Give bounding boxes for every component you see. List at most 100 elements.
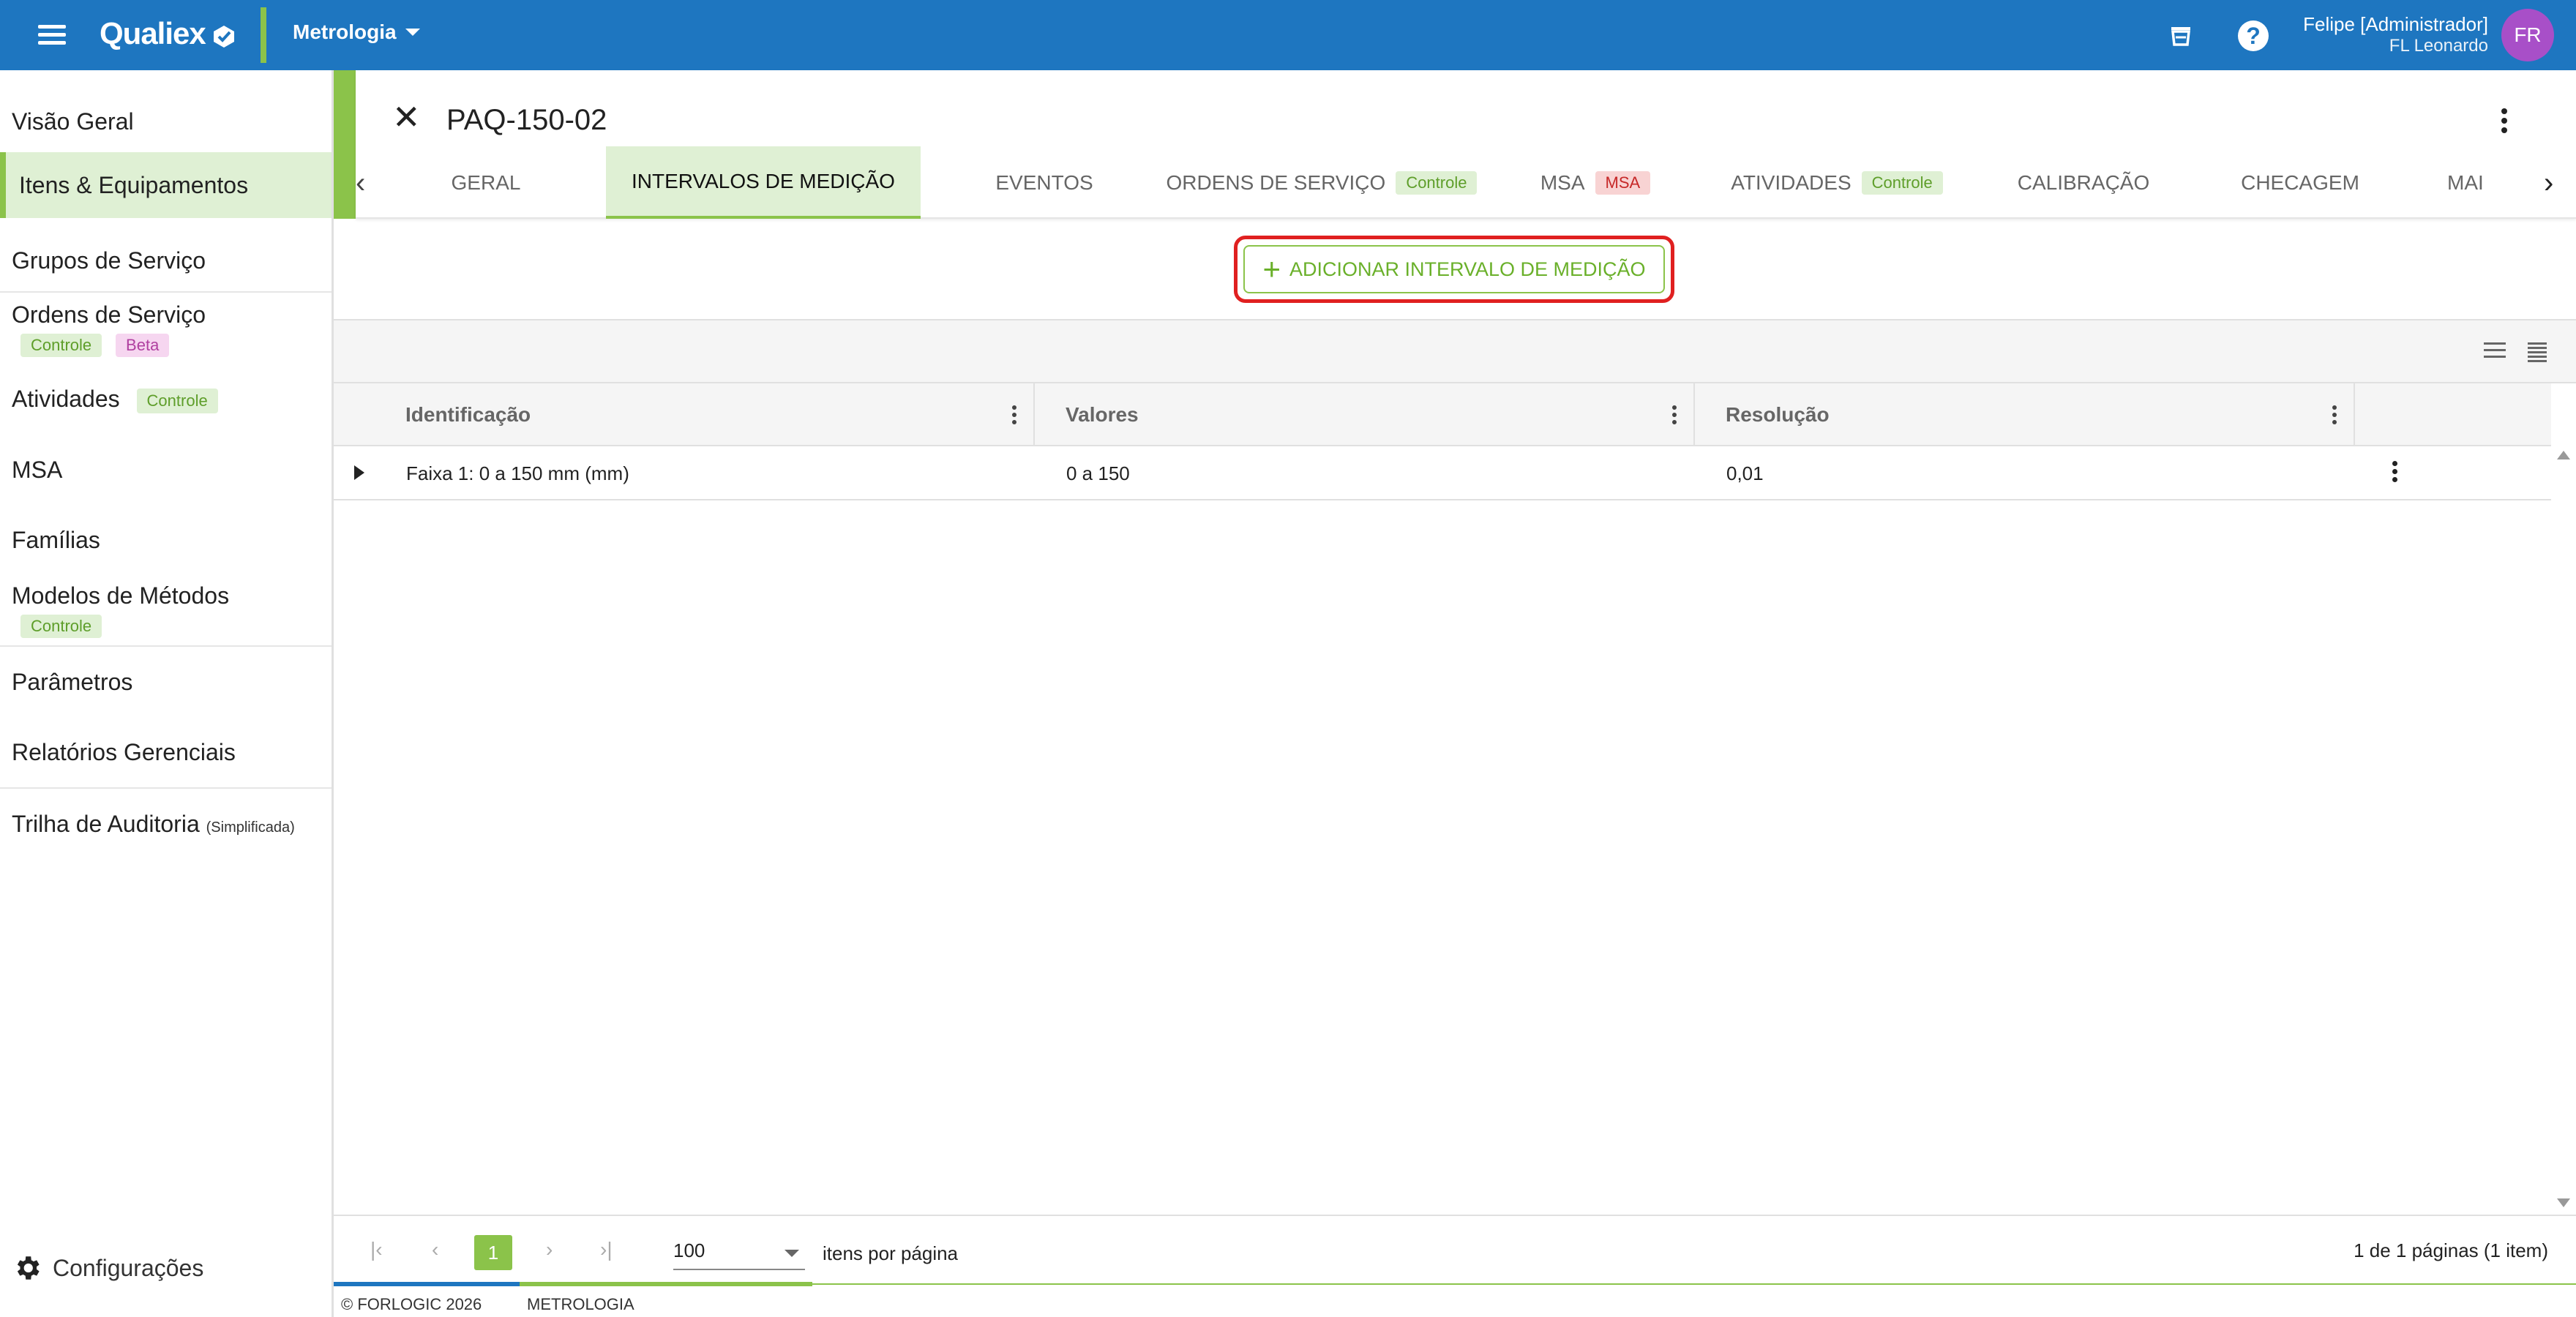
- page-size-select[interactable]: 100: [673, 1232, 805, 1270]
- pagination: |‹ ‹ 1 › ›| 100 itens por página 1 de 1 …: [334, 1215, 2576, 1283]
- help-icon[interactable]: ?: [2235, 18, 2272, 54]
- topbar-divider: [261, 7, 266, 63]
- tab-checagem[interactable]: CHECAGEM: [2209, 146, 2392, 219]
- logo-mark-icon: [211, 21, 236, 48]
- user-organization: FL Leonardo: [2389, 36, 2488, 56]
- sidebar-item-visao-geral[interactable]: Visão Geral: [0, 100, 332, 143]
- tab-ordens-de-servico[interactable]: ORDENS DE SERVIÇO Controle: [1166, 146, 1478, 219]
- settings-label: Configurações: [53, 1254, 204, 1281]
- sidebar-item-atividades[interactable]: Atividades Controle: [0, 375, 332, 423]
- user-name: Felipe [Administrador]: [2303, 13, 2488, 35]
- column-header-valores[interactable]: Valores: [1035, 383, 1695, 446]
- column-header-label: Identificação: [405, 403, 531, 426]
- add-interval-highlight: + ADICIONAR INTERVALO DE MEDIÇÃO: [1234, 236, 1674, 303]
- app-logo[interactable]: Qualiex: [100, 16, 236, 51]
- last-page-icon[interactable]: ›|: [600, 1238, 613, 1261]
- tabs-scroll-left-icon[interactable]: ‹: [356, 167, 365, 200]
- sidebar-item-label: MSA: [12, 457, 63, 483]
- sidebar-item-label: Grupos de Serviço: [12, 247, 206, 274]
- beta-badge: Beta: [116, 334, 170, 357]
- table-header: Identificação Valores Resolução: [334, 383, 2551, 446]
- sidebar-item-ordens-de-servico[interactable]: Ordens de Serviço Controle Beta: [0, 299, 332, 372]
- add-measurement-interval-button[interactable]: + ADICIONAR INTERVALO DE MEDIÇÃO: [1243, 245, 1665, 293]
- top-app-bar: Qualiex Metrologia ? Felipe [Administrad…: [0, 0, 2576, 70]
- detail-accent-strip: [334, 70, 356, 219]
- record-title: PAQ-150-02: [446, 104, 607, 136]
- tab-geral[interactable]: GERAL: [400, 146, 572, 219]
- user-info[interactable]: Felipe [Administrador] FL Leonardo: [2303, 13, 2488, 57]
- sidebar-item-label: Famílias: [12, 527, 100, 553]
- sidebar-item-label: Visão Geral: [12, 108, 134, 135]
- tab-bar: ‹ GERAL INTERVALOS DE MEDIÇÃO EVENTOS OR…: [356, 146, 2576, 219]
- compact-density-icon[interactable]: [2528, 342, 2547, 362]
- controle-badge: Controle: [20, 334, 102, 357]
- tab-manutencao[interactable]: MAI: [2425, 146, 2515, 219]
- first-page-icon[interactable]: |‹: [370, 1238, 383, 1261]
- sidebar-item-label: Parâmetros: [12, 669, 133, 695]
- footer-accent-bar: [334, 1282, 520, 1286]
- grid-toolbar: [334, 320, 2576, 383]
- tabs-scroll-right-icon[interactable]: ›: [2544, 167, 2553, 200]
- row-actions-icon[interactable]: [2390, 461, 2399, 482]
- column-menu-icon[interactable]: [2330, 405, 2339, 424]
- tab-eventos[interactable]: EVENTOS: [954, 146, 1134, 219]
- scroll-up-arrow-icon[interactable]: [2557, 451, 2570, 459]
- sidebar-item-grupos-de-servico[interactable]: Grupos de Serviço: [0, 239, 332, 282]
- column-menu-icon[interactable]: [1010, 405, 1019, 424]
- sidebar-item-familias[interactable]: Famílias: [0, 518, 332, 562]
- tab-calibracao[interactable]: CALIBRAÇÃO: [1992, 146, 2175, 219]
- more-options-icon[interactable]: [2500, 108, 2509, 133]
- sidebar-item-label: Modelos de Métodos: [12, 582, 230, 609]
- controle-badge: Controle: [1861, 170, 1943, 195]
- sidebar-item-itens-equipamentos[interactable]: Itens & Equipamentos: [0, 152, 332, 218]
- tab-intervalos-de-medicao[interactable]: INTERVALOS DE MEDIÇÃO: [606, 146, 921, 219]
- current-page-button[interactable]: 1: [474, 1235, 512, 1270]
- controle-badge: Controle: [136, 388, 218, 413]
- cell-identificacao: Faixa 1: 0 a 150 mm (mm): [406, 462, 629, 484]
- caret-down-icon: [785, 1250, 799, 1257]
- coffee-cup-icon[interactable]: [2163, 18, 2200, 54]
- table-row[interactable]: Faixa 1: 0 a 150 mm (mm) 0 a 150 0,01: [334, 446, 2551, 500]
- sidebar-item-trilha-de-auditoria[interactable]: Trilha de Auditoria (Simplificada): [0, 802, 332, 846]
- tab-label: INTERVALOS DE MEDIÇÃO: [632, 169, 895, 192]
- previous-page-icon[interactable]: ‹: [432, 1238, 438, 1261]
- column-header-label: Valores: [1066, 403, 1139, 426]
- tab-label: ORDENS DE SERVIÇO: [1166, 170, 1386, 194]
- tab-label: EVENTOS: [995, 170, 1093, 194]
- scroll-down-arrow-icon[interactable]: [2557, 1198, 2570, 1207]
- pagination-info: 1 de 1 páginas (1 item): [2354, 1239, 2548, 1261]
- close-icon[interactable]: ✕: [392, 100, 421, 134]
- sidebar-item-modelos-de-metodos[interactable]: Modelos de Métodos Controle: [0, 577, 332, 650]
- avatar[interactable]: FR: [2501, 9, 2554, 61]
- sidebar-item-parametros[interactable]: Parâmetros: [0, 660, 332, 704]
- sidebar-item-label: Trilha de Auditoria: [12, 811, 200, 837]
- column-header-resolucao[interactable]: Resolução: [1695, 383, 2355, 446]
- settings-link[interactable]: Configurações: [12, 1253, 203, 1283]
- footer-module: METROLOGIA: [527, 1295, 634, 1313]
- plus-icon: +: [1262, 252, 1281, 286]
- tab-atividades[interactable]: ATIVIDADES Controle: [1715, 146, 1958, 219]
- sidebar-item-label: Relatórios Gerenciais: [12, 739, 236, 765]
- hamburger-menu-icon[interactable]: [31, 18, 73, 53]
- footer-accent-bar: [520, 1282, 812, 1286]
- caret-down-icon: [405, 29, 420, 36]
- sidebar-divider: [0, 787, 332, 789]
- column-header-identificacao[interactable]: Identificação: [375, 383, 1035, 446]
- expand-row-icon[interactable]: [354, 465, 364, 480]
- sidebar-divider: [0, 645, 332, 647]
- sidebar-item-msa[interactable]: MSA: [0, 448, 332, 492]
- tab-label: CALIBRAÇÃO: [2017, 170, 2150, 194]
- sidebar-item-relatorios-gerenciais[interactable]: Relatórios Gerenciais: [0, 730, 332, 774]
- tab-msa[interactable]: MSA MSA: [1509, 146, 1682, 219]
- sidebar-divider: [0, 291, 332, 293]
- footer-copyright: © FORLOGIC 2026: [341, 1295, 482, 1313]
- module-selector[interactable]: Metrologia: [293, 20, 420, 44]
- page-size-label: itens por página: [823, 1242, 959, 1264]
- column-menu-icon[interactable]: [1670, 405, 1679, 424]
- tab-label: CHECAGEM: [2241, 170, 2359, 194]
- comfortable-density-icon[interactable]: [2484, 342, 2506, 361]
- detail-header: ✕ PAQ-150-02 ‹ GERAL INTERVALOS DE MEDIÇ…: [356, 70, 2576, 219]
- cell-resolucao: 0,01: [1726, 462, 1764, 484]
- msa-badge: MSA: [1595, 170, 1651, 195]
- next-page-icon[interactable]: ›: [546, 1238, 553, 1261]
